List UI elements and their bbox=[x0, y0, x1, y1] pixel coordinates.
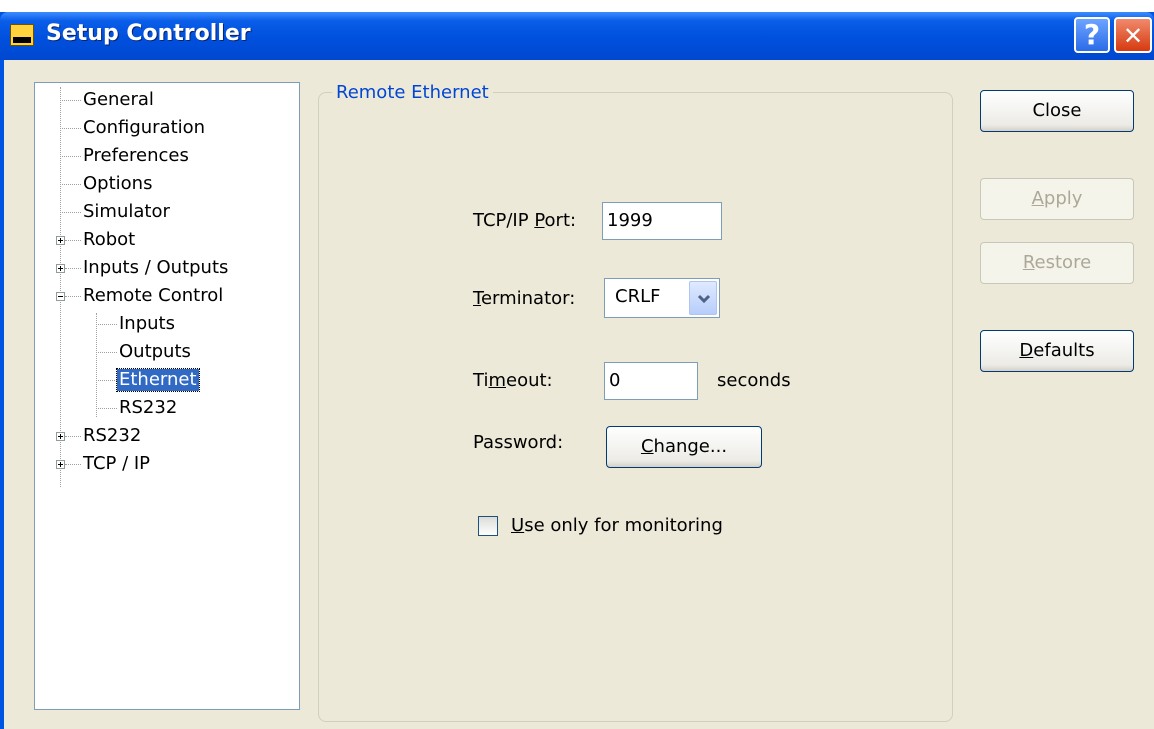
timeout-unit: seconds bbox=[717, 370, 791, 391]
tree-connector bbox=[65, 436, 81, 437]
remote-ethernet-group bbox=[318, 92, 953, 722]
expand-plus-icon[interactable] bbox=[56, 460, 65, 469]
tree-item-label: Robot bbox=[83, 229, 136, 250]
tree-item-general[interactable]: General bbox=[35, 89, 295, 111]
button-label: hange... bbox=[653, 436, 728, 457]
tree-item-remote-control[interactable]: Remote Control bbox=[35, 285, 295, 307]
password-label: Password: bbox=[473, 432, 564, 453]
tree-item-robot[interactable]: Robot bbox=[35, 229, 295, 251]
mnemonic: C bbox=[640, 436, 654, 457]
setup-controller-window: Setup Controller ? ✕ General Configurati… bbox=[0, 12, 1154, 729]
help-icon: ? bbox=[1083, 18, 1101, 51]
tree-item-rc-rs232[interactable]: RS232 bbox=[35, 397, 295, 419]
tree-connector bbox=[65, 464, 81, 465]
defaults-button[interactable]: Defaults bbox=[980, 330, 1134, 372]
monitoring-label[interactable]: Use only for monitoring bbox=[511, 515, 723, 537]
tree-item-label: Ethernet bbox=[116, 368, 200, 392]
tree-connector bbox=[60, 128, 81, 129]
expand-plus-icon[interactable] bbox=[56, 432, 65, 441]
monitoring-checkbox[interactable] bbox=[478, 516, 498, 536]
tcpip-port-input[interactable]: 1999 bbox=[602, 202, 722, 240]
expand-plus-icon[interactable] bbox=[56, 264, 65, 273]
tree-item-rs232[interactable]: RS232 bbox=[35, 425, 295, 447]
tree-item-label: RS232 bbox=[119, 397, 178, 418]
tree-connector bbox=[65, 268, 81, 269]
tree-connector bbox=[65, 296, 81, 297]
tree-item-label: General bbox=[83, 89, 154, 110]
tree-item-rc-ethernet[interactable]: Ethernet bbox=[35, 368, 295, 392]
terminator-select[interactable]: CRLF bbox=[604, 278, 720, 318]
timeout-input[interactable]: 0 bbox=[604, 362, 698, 400]
tree-connector bbox=[60, 212, 81, 213]
expand-plus-icon[interactable] bbox=[56, 236, 65, 245]
window-close-button[interactable]: ✕ bbox=[1114, 17, 1152, 53]
tree-connector bbox=[65, 240, 81, 241]
tree-connector bbox=[96, 324, 117, 325]
help-button[interactable]: ? bbox=[1074, 17, 1110, 53]
tcpip-port-label: TCP/IP Port: bbox=[473, 210, 576, 232]
terminator-value: CRLF bbox=[615, 286, 661, 307]
label-text: ort: bbox=[544, 210, 577, 231]
apply-button[interactable]: Apply bbox=[980, 178, 1134, 220]
tree-item-options[interactable]: Options bbox=[35, 173, 295, 195]
dropdown-arrow-icon[interactable] bbox=[689, 281, 717, 315]
title-bar[interactable]: Setup Controller ? ✕ bbox=[0, 12, 1154, 60]
tree-item-label: Remote Control bbox=[83, 285, 224, 306]
mnemonic: T bbox=[473, 288, 481, 309]
tree-connector bbox=[60, 100, 81, 101]
button-label: pply bbox=[1043, 188, 1083, 209]
mnemonic: m bbox=[488, 370, 506, 391]
tree-item-inputs-outputs[interactable]: Inputs / Outputs bbox=[35, 257, 295, 279]
mnemonic: A bbox=[1031, 188, 1044, 209]
collapse-minus-icon[interactable] bbox=[56, 292, 65, 301]
label-text: erminator: bbox=[480, 288, 576, 309]
tree-connector bbox=[60, 184, 81, 185]
mnemonic: U bbox=[511, 515, 525, 536]
button-label: efaults bbox=[1033, 340, 1095, 361]
tree-item-label: TCP / IP bbox=[83, 453, 151, 474]
tree-item-rc-outputs[interactable]: Outputs bbox=[35, 341, 295, 363]
tree-item-configuration[interactable]: Configuration bbox=[35, 117, 295, 139]
chevron-down-icon bbox=[697, 294, 711, 304]
tree-item-label: Inputs bbox=[119, 313, 175, 334]
close-button[interactable]: Close bbox=[980, 90, 1134, 132]
tree-connector bbox=[96, 380, 117, 381]
label-text: se only for monitoring bbox=[524, 515, 723, 536]
tree-item-preferences[interactable]: Preferences bbox=[35, 145, 295, 167]
tree-item-label: Simulator bbox=[83, 201, 170, 222]
mnemonic: R bbox=[1022, 252, 1035, 273]
tree-item-label: Outputs bbox=[119, 341, 191, 362]
window-title: Setup Controller bbox=[46, 21, 251, 46]
label-text: eout: bbox=[506, 370, 553, 391]
tree-item-label: Configuration bbox=[83, 117, 206, 138]
change-password-button[interactable]: Change... bbox=[606, 426, 762, 468]
tree-item-tcp-ip[interactable]: TCP / IP bbox=[35, 453, 295, 475]
label-text: Ti bbox=[473, 370, 489, 391]
tree-item-simulator[interactable]: Simulator bbox=[35, 201, 295, 223]
group-title: Remote Ethernet bbox=[332, 82, 493, 104]
tree-connector bbox=[96, 408, 117, 409]
tree-item-rc-inputs[interactable]: Inputs bbox=[35, 313, 295, 335]
tree-connector bbox=[96, 352, 117, 353]
mnemonic: D bbox=[1019, 340, 1034, 361]
restore-button[interactable]: Restore bbox=[980, 242, 1134, 284]
dialog-client-area: General Configuration Preferences Option… bbox=[4, 60, 1154, 729]
button-label: estore bbox=[1034, 252, 1092, 273]
terminator-label: Terminator: bbox=[473, 288, 575, 310]
close-icon: ✕ bbox=[1122, 22, 1144, 50]
label-text: TCP/IP bbox=[473, 210, 535, 231]
tree-item-label: Preferences bbox=[83, 145, 189, 166]
mnemonic: P bbox=[534, 210, 545, 231]
timeout-label: Timeout: bbox=[473, 370, 553, 392]
tree-item-label: RS232 bbox=[83, 425, 142, 446]
settings-tree[interactable]: General Configuration Preferences Option… bbox=[34, 82, 300, 710]
setup-controller-icon bbox=[10, 24, 34, 46]
tree-item-label: Options bbox=[83, 173, 153, 194]
tree-connector bbox=[60, 156, 81, 157]
tree-item-label: Inputs / Outputs bbox=[83, 257, 229, 278]
